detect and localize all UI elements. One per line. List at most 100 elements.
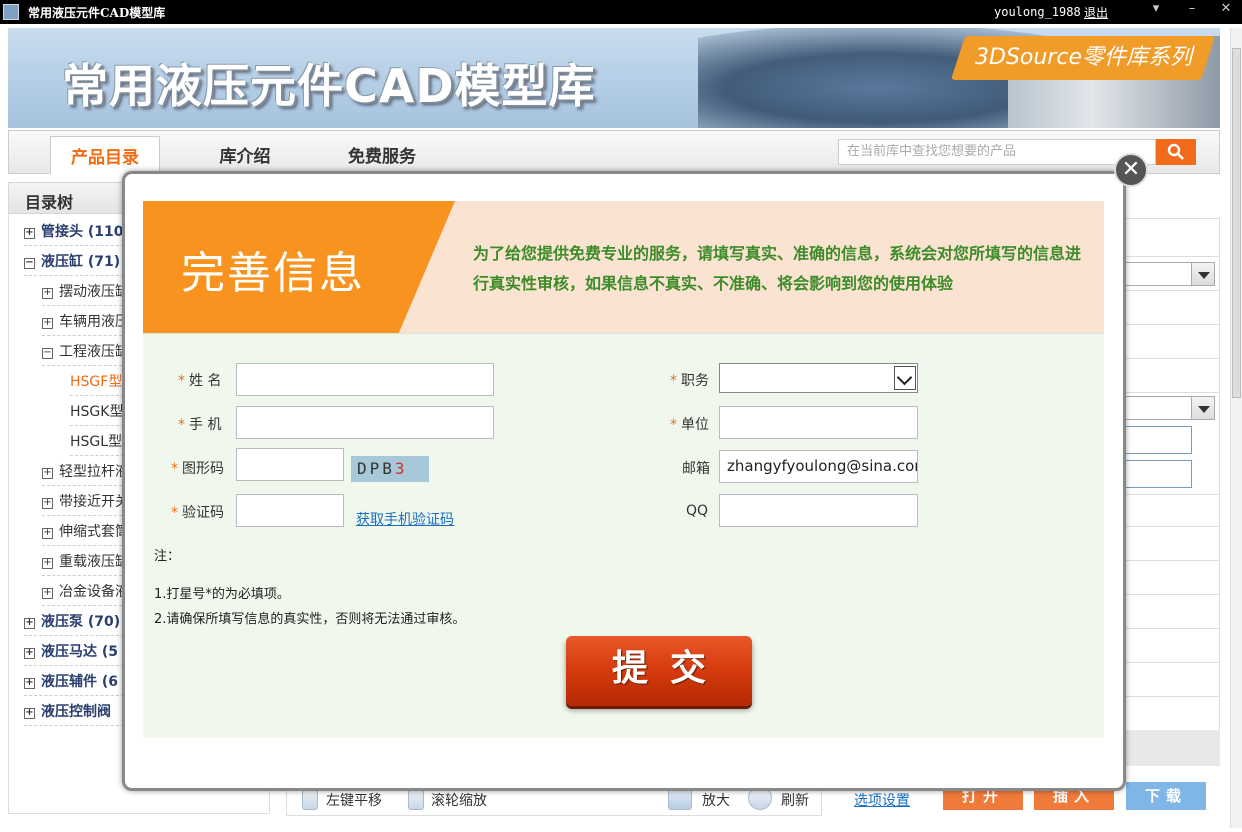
dropdown-icon[interactable]: ▾ [1140, 0, 1172, 20]
tree-item-hsgk[interactable]: HSGK型 [70, 402, 124, 426]
tree-item-label: 摆动液压缸 [59, 284, 122, 300]
job-label: * 职务 [670, 370, 709, 390]
page-scrollbar[interactable] [1230, 28, 1242, 828]
property-input-2[interactable] [1122, 460, 1192, 488]
captcha-text-red: 3 [394, 459, 408, 478]
banner: 常用液压元件CAD模型库 3DSource零件库系列 [8, 28, 1220, 128]
chevron-down-icon[interactable] [1191, 396, 1215, 420]
properties-panel [1122, 218, 1220, 766]
tree-item-proximity-switch[interactable]: + 带接近开关液压缸 [42, 492, 122, 516]
tree-item-telescopic[interactable]: + 伸缩式套筒液压缸 [42, 522, 122, 546]
panel-divider [1122, 560, 1220, 561]
get-sms-code-link[interactable]: 获取手机验证码 [356, 509, 454, 529]
scrollbar-thumb[interactable] [1232, 48, 1241, 398]
property-input-1[interactable] [1122, 426, 1192, 454]
required-mark: * [171, 461, 178, 477]
tree-item-engineering-cylinder[interactable]: − 工程液压缸 [42, 342, 122, 366]
email-label: 邮箱 [682, 461, 710, 477]
captcha-text: DPB [357, 459, 395, 478]
panel-divider [1122, 696, 1220, 697]
sms-code-field[interactable] [236, 494, 344, 527]
name-field[interactable] [236, 363, 494, 396]
options-link[interactable]: 选项设置 [854, 790, 910, 810]
expand-icon[interactable]: + [42, 468, 53, 479]
captcha-image[interactable]: DPB3 [351, 456, 429, 482]
tree-item-hydraulic-motor[interactable]: + 液压马达 (5 [24, 642, 124, 666]
download-button[interactable]: 下载 [1126, 782, 1206, 810]
qq-field[interactable] [719, 494, 918, 527]
expand-icon[interactable]: + [42, 498, 53, 509]
tree-item-metallurgy[interactable]: + 冶金设备液压缸 [42, 582, 122, 606]
property-select-2[interactable] [1122, 396, 1215, 420]
tree-item-pipe-fittings[interactable]: + 管接头 (110) [24, 222, 124, 246]
tree-item-label: 重载液压缸 [59, 554, 122, 570]
tree-item-label: 液压辅件 (6 [41, 674, 119, 690]
panel-divider [1122, 290, 1220, 291]
tree-item-hydraulic-pump[interactable]: + 液压泵 (70) [24, 612, 124, 636]
expand-icon[interactable]: + [42, 318, 53, 329]
search-input[interactable]: 在当前库中查找您想要的产品 [838, 139, 1156, 165]
tree-item-vehicle-cylinder[interactable]: + 车辆用液压缸 [42, 312, 122, 336]
sms-code-label-text: 验证码 [182, 505, 224, 521]
tree-item-label: 管接头 (110) [41, 224, 124, 240]
chevron-down-icon[interactable] [894, 366, 916, 390]
expand-icon[interactable]: + [42, 588, 53, 599]
window-title-bar: 常用液压元件CAD模型库 youlong_1988 退出 ▾ – ✕ [0, 0, 1242, 24]
tree-item-swing-cylinder[interactable]: + 摆动液压缸 [42, 282, 122, 306]
panel-divider [1122, 494, 1220, 495]
zoom-in-button[interactable]: 放大 [702, 790, 730, 810]
expand-icon[interactable]: + [24, 708, 35, 719]
expand-icon[interactable]: + [42, 528, 53, 539]
logout-link[interactable]: 退出 [1084, 4, 1108, 21]
sms-code-label: * 验证码 [171, 502, 224, 522]
panel-divider [1122, 324, 1220, 325]
tab-library-intro[interactable]: 库介绍 [200, 136, 290, 174]
captcha-field[interactable] [236, 448, 344, 481]
mobile-field[interactable] [236, 406, 494, 439]
search-button[interactable] [1156, 139, 1196, 165]
company-label-text: 单位 [681, 417, 709, 433]
expand-icon[interactable]: + [24, 228, 35, 239]
captcha-label: * 图形码 [171, 458, 224, 478]
panel-divider [1122, 662, 1220, 663]
collapse-icon[interactable]: − [42, 348, 53, 359]
tree-item-label: 液压缸 (71) [41, 254, 121, 270]
job-select[interactable] [719, 363, 918, 393]
property-select-1[interactable] [1122, 262, 1215, 286]
email-field[interactable]: zhangyfyoulong@sina.com [719, 450, 918, 483]
tree-item-hsgl[interactable]: HSGL型 [70, 432, 124, 456]
search-icon [1167, 143, 1184, 160]
required-mark: * [171, 505, 178, 521]
mobile-label-text: 手 机 [189, 417, 222, 433]
submit-button[interactable]: 提交 [566, 636, 752, 706]
company-field[interactable] [719, 406, 918, 439]
window-title: 常用液压元件CAD模型库 [28, 6, 166, 20]
required-mark: * [670, 417, 677, 433]
expand-icon[interactable]: + [24, 678, 35, 689]
tree-item-hydraulic-accessories[interactable]: + 液压辅件 (6 [24, 672, 124, 696]
tree-item-label: 液压泵 (70) [41, 614, 121, 630]
username: youlong_1988 [994, 5, 1081, 19]
expand-icon[interactable]: + [42, 558, 53, 569]
close-icon[interactable]: ✕ [1210, 0, 1242, 20]
note-1: 1.打星号*的为必填项。 [154, 587, 290, 602]
tree-item-light-tie-rod[interactable]: + 轻型拉杆液压缸 [42, 462, 122, 486]
panel-divider [1122, 392, 1220, 393]
expand-icon[interactable]: + [42, 288, 53, 299]
refresh-button[interactable]: 刷新 [781, 790, 809, 810]
required-mark: * [670, 373, 677, 389]
expand-icon[interactable]: + [24, 618, 35, 629]
chevron-down-icon[interactable] [1191, 262, 1215, 286]
panel-divider [1122, 256, 1220, 257]
tab-product-catalog[interactable]: 产品目录 [50, 136, 160, 174]
tree-item-heavy-duty[interactable]: + 重载液压缸 [42, 552, 122, 576]
tab-free-service[interactable]: 免费服务 [330, 136, 434, 174]
tree-item-control-valve[interactable]: + 液压控制阀 [24, 702, 124, 726]
collapse-icon[interactable]: − [24, 258, 35, 269]
close-icon[interactable]: ✕ [1114, 153, 1148, 187]
captcha-label-text: 图形码 [182, 461, 224, 477]
minimize-icon[interactable]: – [1176, 0, 1208, 20]
tree-item-hydraulic-cylinder[interactable]: − 液压缸 (71) [24, 252, 124, 276]
tree-item-hsgf[interactable]: HSGF型 [70, 372, 124, 396]
expand-icon[interactable]: + [24, 648, 35, 659]
